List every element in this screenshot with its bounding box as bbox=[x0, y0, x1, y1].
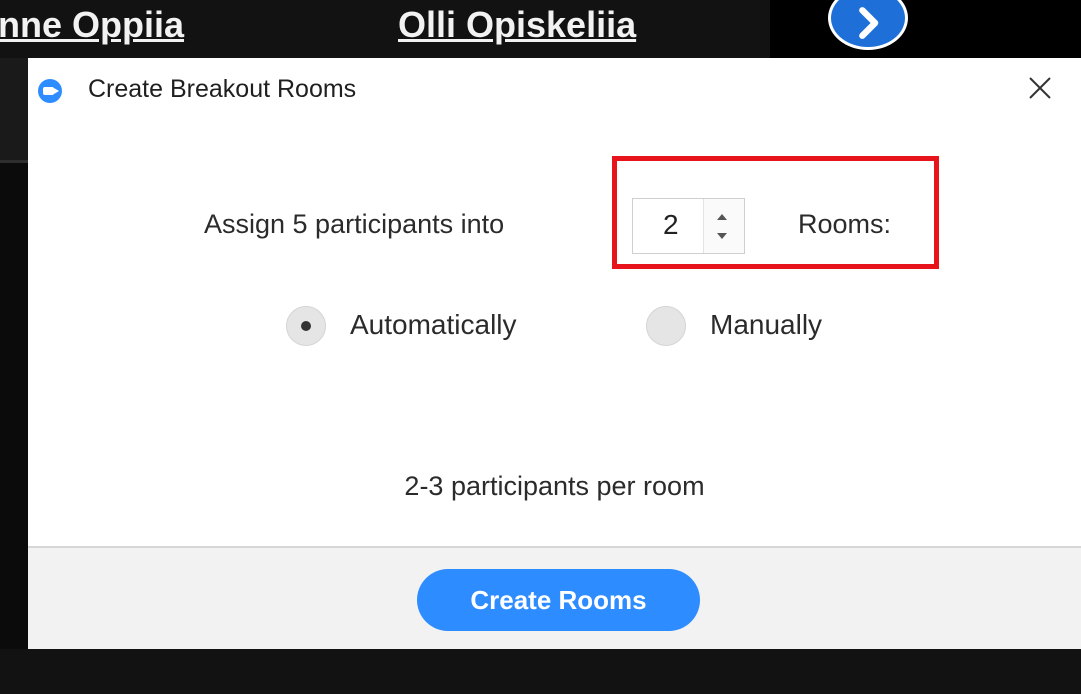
participants-per-room-text: 2-3 participants per room bbox=[404, 471, 705, 501]
create-rooms-button[interactable]: Create Rooms bbox=[417, 569, 700, 631]
video-strip-dark bbox=[770, 0, 1081, 58]
dialog-title: Create Breakout Rooms bbox=[88, 75, 357, 103]
participant-name-left: nne Oppiia bbox=[0, 4, 185, 45]
close-icon bbox=[1029, 77, 1051, 99]
zoom-app-icon bbox=[38, 79, 62, 103]
participant-name-mid: Olli Opiskeliia bbox=[398, 4, 637, 45]
close-button[interactable] bbox=[1024, 72, 1056, 104]
radio-manually-label: Manually bbox=[710, 309, 823, 340]
background-panel bbox=[0, 58, 30, 163]
create-breakout-rooms-dialog: Create Breakout Rooms Assign 5 participa… bbox=[28, 58, 1081, 651]
radio-automatically-label: Automatically bbox=[350, 309, 517, 340]
assign-label: Assign 5 participants into bbox=[204, 209, 505, 239]
dialog-titlebar: Create Breakout Rooms bbox=[28, 58, 1081, 122]
dialog-footer: Create Rooms bbox=[28, 546, 1081, 651]
chevron-right-icon bbox=[859, 7, 879, 39]
bottom-background bbox=[0, 649, 1081, 694]
background-divider bbox=[0, 160, 30, 163]
radio-automatically[interactable] bbox=[286, 306, 326, 346]
radio-manually[interactable] bbox=[646, 306, 686, 346]
highlight-annotation-box bbox=[612, 156, 939, 269]
